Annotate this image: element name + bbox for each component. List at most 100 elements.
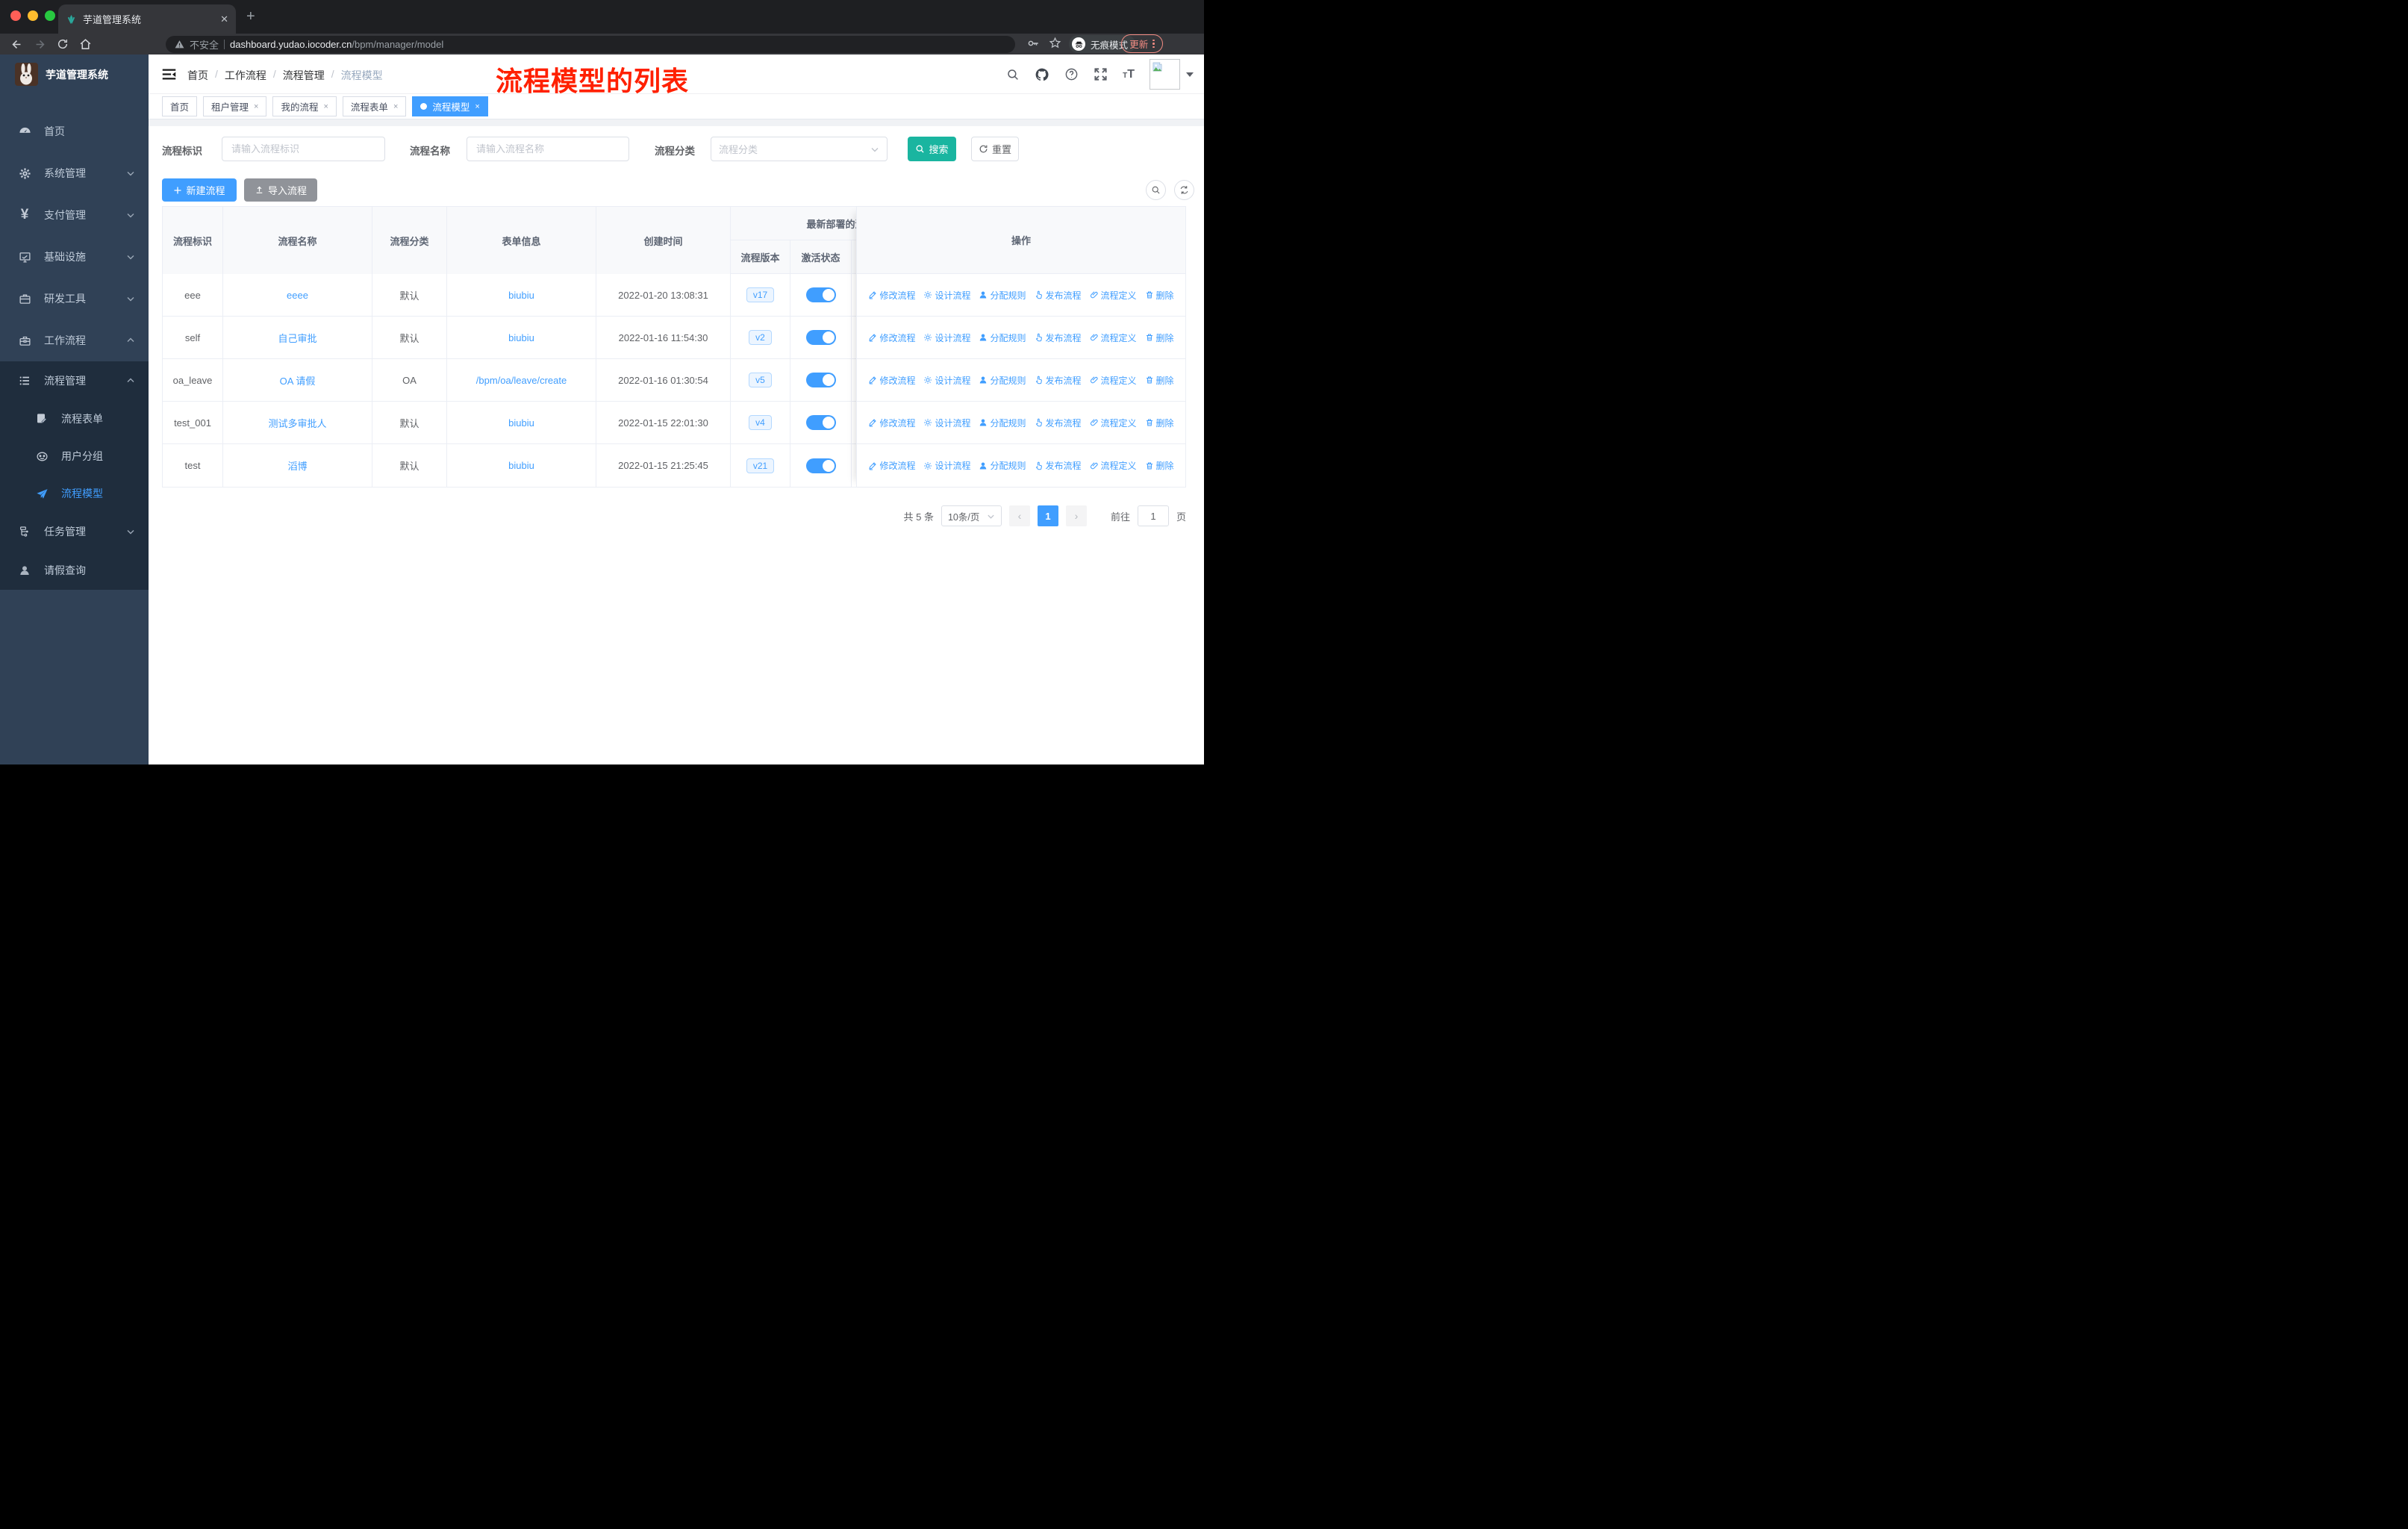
url-text[interactable]: dashboard.yudao.iocoder.cn/bpm/manager/m…: [230, 39, 443, 50]
form-info-link[interactable]: biubiu: [508, 460, 534, 471]
close-icon[interactable]: ×: [393, 102, 398, 111]
assign-rule-link[interactable]: 分配规则: [979, 331, 1026, 344]
edit-process-link[interactable]: 修改流程: [868, 417, 915, 429]
import-process-button[interactable]: 导入流程: [244, 178, 317, 202]
active-toggle[interactable]: [805, 373, 836, 387]
forward-icon[interactable]: [34, 38, 46, 51]
fullscreen-icon[interactable]: [1094, 67, 1108, 81]
version-badge[interactable]: v17: [746, 287, 775, 302]
tag-tenant[interactable]: 租户管理 ×: [203, 96, 267, 116]
back-icon[interactable]: [10, 38, 23, 51]
design-process-link[interactable]: 设计流程: [923, 289, 970, 302]
tag-my-process[interactable]: 我的流程 ×: [272, 96, 337, 116]
next-page-button[interactable]: ›: [1065, 505, 1087, 526]
kebab-menu-icon[interactable]: [1152, 39, 1155, 49]
close-window-button[interactable]: [10, 10, 21, 21]
form-info-link[interactable]: biubiu: [508, 417, 534, 429]
bookmark-star-icon[interactable]: [1049, 37, 1061, 49]
edit-process-link[interactable]: 修改流程: [868, 459, 915, 472]
page-size-select[interactable]: 10条/页: [941, 505, 1002, 526]
browser-menu-update-button[interactable]: 更新: [1121, 34, 1163, 53]
version-badge[interactable]: v4: [749, 415, 772, 430]
assign-rule-link[interactable]: 分配规则: [979, 417, 1026, 429]
process-definition-link[interactable]: 流程定义: [1090, 459, 1137, 472]
sidebar-collapse-icon[interactable]: [161, 66, 177, 82]
form-info-link[interactable]: /bpm/oa/leave/create: [476, 375, 567, 386]
process-key-input[interactable]: [222, 137, 385, 161]
search-button[interactable]: 搜索: [908, 137, 956, 161]
active-toggle[interactable]: [805, 330, 836, 345]
tag-process-form[interactable]: 流程表单 ×: [342, 96, 407, 116]
sidebar-item-user-group[interactable]: 用户分组: [0, 437, 149, 475]
sidebar-item-system[interactable]: 系统管理: [0, 152, 149, 194]
process-name-input[interactable]: [467, 137, 629, 161]
process-category-select[interactable]: 流程分类: [711, 137, 888, 161]
sidebar-item-devtools[interactable]: 研发工具: [0, 278, 149, 320]
tag-process-model[interactable]: 流程模型 ×: [412, 96, 488, 116]
process-definition-link[interactable]: 流程定义: [1090, 289, 1137, 302]
security-chip[interactable]: 不安全: [190, 37, 219, 52]
close-icon[interactable]: ×: [323, 102, 328, 111]
publish-process-link[interactable]: 发布流程: [1035, 289, 1082, 302]
delete-link[interactable]: 删除: [1145, 374, 1174, 387]
github-icon[interactable]: [1035, 67, 1049, 82]
reset-button[interactable]: 重置: [971, 137, 1019, 161]
refresh-table-button[interactable]: [1174, 180, 1194, 200]
tab-close-icon[interactable]: ✕: [220, 13, 228, 25]
process-name-link[interactable]: 测试多审批人: [268, 416, 326, 430]
sidebar-item-process-model[interactable]: 流程模型: [0, 475, 149, 512]
home-icon[interactable]: [79, 38, 92, 51]
edit-process-link[interactable]: 修改流程: [868, 374, 915, 387]
font-size-icon[interactable]: TT: [1123, 68, 1135, 81]
sidebar-item-leave-query[interactable]: 请假查询: [0, 551, 149, 590]
sidebar-item-process-mgmt[interactable]: 流程管理: [0, 361, 149, 400]
design-process-link[interactable]: 设计流程: [923, 374, 970, 387]
reload-icon[interactable]: [57, 38, 69, 50]
design-process-link[interactable]: 设计流程: [923, 331, 970, 344]
maximize-window-button[interactable]: [45, 10, 55, 21]
sidebar-item-home[interactable]: 首页: [0, 110, 149, 152]
goto-page-input[interactable]: [1137, 505, 1169, 526]
publish-process-link[interactable]: 发布流程: [1035, 417, 1082, 429]
sidebar-item-workflow[interactable]: 工作流程: [0, 320, 149, 361]
address-bar[interactable]: 不安全 dashboard.yudao.iocoder.cn/bpm/manag…: [166, 36, 1015, 53]
edit-process-link[interactable]: 修改流程: [868, 331, 915, 344]
design-process-link[interactable]: 设计流程: [923, 459, 970, 472]
delete-link[interactable]: 删除: [1145, 459, 1174, 472]
publish-process-link[interactable]: 发布流程: [1035, 331, 1082, 344]
close-icon[interactable]: ×: [254, 102, 258, 111]
assign-rule-link[interactable]: 分配规则: [979, 459, 1026, 472]
password-key-icon[interactable]: [1026, 37, 1040, 50]
active-toggle[interactable]: [805, 415, 836, 430]
sidebar-item-infrastructure[interactable]: 基础设施: [0, 236, 149, 278]
version-badge[interactable]: v21: [746, 458, 775, 473]
window-controls[interactable]: [10, 10, 55, 21]
avatar[interactable]: [1150, 59, 1180, 90]
edit-process-link[interactable]: 修改流程: [868, 289, 915, 302]
new-tab-button[interactable]: +: [246, 9, 255, 24]
form-info-link[interactable]: biubiu: [508, 290, 534, 301]
delete-link[interactable]: 删除: [1145, 331, 1174, 344]
search-icon[interactable]: [1006, 68, 1020, 81]
breadcrumb-process-mgmt[interactable]: 流程管理: [283, 68, 325, 83]
version-badge[interactable]: v5: [749, 373, 772, 387]
sidebar-item-payment[interactable]: ¥ 支付管理: [0, 194, 149, 236]
breadcrumb-home[interactable]: 首页: [187, 68, 208, 83]
process-name-link[interactable]: 滔博: [287, 458, 307, 473]
publish-process-link[interactable]: 发布流程: [1035, 374, 1082, 387]
sidebar-item-process-form[interactable]: 流程表单: [0, 400, 149, 437]
active-toggle[interactable]: [805, 287, 836, 302]
show-search-button[interactable]: [1146, 180, 1166, 200]
tag-home[interactable]: 首页: [162, 96, 198, 116]
publish-process-link[interactable]: 发布流程: [1035, 459, 1082, 472]
page-1-button[interactable]: 1: [1037, 505, 1058, 526]
design-process-link[interactable]: 设计流程: [923, 417, 970, 429]
browser-tab[interactable]: 芋道管理系统 ✕: [58, 4, 236, 34]
delete-link[interactable]: 删除: [1145, 417, 1174, 429]
close-icon[interactable]: ×: [475, 102, 479, 111]
process-definition-link[interactable]: 流程定义: [1090, 331, 1137, 344]
sidebar-item-task-mgmt[interactable]: 任务管理: [0, 512, 149, 551]
assign-rule-link[interactable]: 分配规则: [979, 289, 1026, 302]
process-definition-link[interactable]: 流程定义: [1090, 417, 1137, 429]
help-icon[interactable]: [1064, 67, 1079, 81]
